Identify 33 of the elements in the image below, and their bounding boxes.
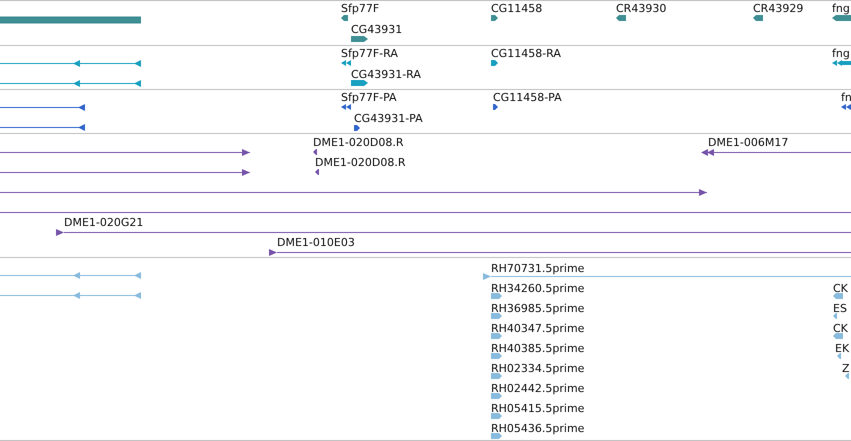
feature-label: DME1-020D08.R bbox=[313, 136, 404, 149]
feature-label: RH70731.5prime bbox=[491, 262, 584, 275]
feature-label: DME1-020D08.R bbox=[315, 156, 406, 169]
feature-label: CG43931-PA bbox=[354, 112, 423, 125]
feature-label: ES bbox=[833, 302, 847, 315]
feature-label: RH02442.5prime bbox=[491, 382, 584, 395]
feature-label: DME1-006M17 bbox=[708, 136, 788, 149]
feature-label: CR43929 bbox=[753, 2, 804, 15]
feature-label: RH40385.5prime bbox=[491, 342, 584, 355]
feature-label: Z bbox=[842, 362, 850, 375]
feature-label: RH40347.5prime bbox=[491, 322, 584, 335]
feature-label: CG11458-PA bbox=[493, 91, 562, 104]
feature-label: RH05436.5prime bbox=[491, 422, 584, 435]
feature-label: DME1-010E03 bbox=[277, 236, 355, 249]
feature-label: RH34260.5prime bbox=[491, 282, 584, 295]
feature-label: fng bbox=[832, 2, 850, 15]
feature-label: CG43931 bbox=[351, 23, 402, 36]
feature-label: fn bbox=[841, 91, 851, 104]
feature-label: EK bbox=[835, 342, 850, 355]
feature-label: DME1-020G21 bbox=[64, 216, 144, 229]
feature-label: fng bbox=[832, 47, 850, 60]
feature-label: CK bbox=[833, 282, 848, 295]
feature-label: Sfp77F bbox=[341, 2, 380, 15]
feature-label: RH05415.5prime bbox=[491, 402, 584, 415]
feature-label: Sfp77F-RA bbox=[341, 47, 398, 60]
feature-label: CR43930 bbox=[616, 2, 666, 15]
feature-label: CG11458 bbox=[491, 2, 542, 15]
feature-label: CK bbox=[833, 322, 848, 335]
feature-label: CG11458-RA bbox=[491, 47, 561, 60]
feature-label: RH02334.5prime bbox=[491, 362, 584, 375]
feature-label: CG43931-RA bbox=[351, 68, 421, 81]
feature-label: Sfp77F-PA bbox=[341, 91, 397, 104]
feature-label: RH36985.5prime bbox=[491, 302, 584, 315]
